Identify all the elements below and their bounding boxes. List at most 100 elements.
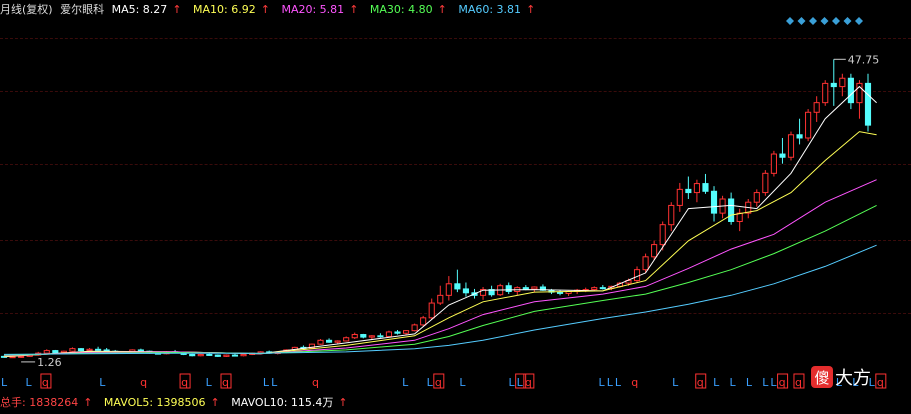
signal-l-mark: L <box>99 376 106 389</box>
signal-l-mark: L <box>517 376 524 389</box>
candle-up <box>334 340 341 343</box>
candle-down <box>360 334 367 338</box>
candle-down <box>847 77 854 104</box>
candle-up <box>762 172 769 194</box>
signal-diamond-icon <box>843 17 852 25</box>
signal-q-mark: q <box>312 376 319 389</box>
candle-down <box>522 287 529 290</box>
watermark: 傻 大方 <box>811 362 901 392</box>
candle-up <box>445 283 452 296</box>
signal-q-mark: q <box>181 376 188 389</box>
signal-diamond-icon <box>820 17 829 25</box>
candle-down <box>796 134 803 139</box>
signal-q-mark: q <box>222 376 229 389</box>
signal-q-mark: q <box>697 376 704 389</box>
total-volume-label: 总手: 1838264 ↑ <box>0 396 93 409</box>
candle-down <box>702 183 709 192</box>
candle-up <box>402 330 410 334</box>
candlestick-chart[interactable]: 47.751.26L Lq Lq q Lq L Lq L Lq L L Lq L L Lq Lq L L L L Lq q… <box>0 14 911 390</box>
signal-l-mark: L <box>263 376 270 389</box>
candle-up <box>343 337 350 342</box>
candle-up <box>223 354 230 357</box>
signal-l-mark: L <box>271 376 278 389</box>
candle-up <box>428 302 435 319</box>
candle-down <box>377 335 384 338</box>
signal-l-mark: L <box>599 376 606 389</box>
signal-l-mark: L <box>615 376 622 389</box>
candle-down <box>189 353 196 357</box>
signal-l-mark: L <box>508 376 515 389</box>
signal-q-mark: q <box>435 376 442 389</box>
candle-down <box>454 283 461 290</box>
candle-down <box>462 288 470 294</box>
signal-diamond-icon <box>832 17 840 25</box>
candle-down <box>556 291 564 294</box>
candle-up <box>368 335 375 338</box>
mavol5-label: MAVOL5: 1398506 ↑ <box>103 396 220 409</box>
candle-up <box>805 111 812 139</box>
candle-up <box>659 224 666 246</box>
candle-up <box>9 356 16 359</box>
candle-up <box>787 134 795 158</box>
signal-l-mark: L <box>729 376 736 389</box>
candle-down <box>214 354 221 357</box>
signal-q-mark: q <box>525 376 532 389</box>
candle-up <box>642 256 649 271</box>
candle-up <box>351 334 358 339</box>
candle-up <box>69 348 76 352</box>
candle-up <box>385 331 393 337</box>
candle-up <box>18 355 25 358</box>
candle-up <box>411 324 418 332</box>
candle-up <box>651 244 658 258</box>
candle-up <box>420 317 427 326</box>
candle-up <box>591 287 598 291</box>
candle-down <box>137 349 144 352</box>
candle-down <box>710 190 718 214</box>
signal-diamond-icon <box>855 17 863 25</box>
candle-down <box>779 153 786 158</box>
high-price-label: 47.75 <box>848 53 880 66</box>
candle-up <box>317 339 324 345</box>
candle-up <box>240 353 247 357</box>
candle-up <box>822 82 829 104</box>
signal-l-mark: L <box>206 376 213 389</box>
candle-up <box>633 269 641 282</box>
signal-l-mark: L <box>713 376 720 389</box>
signal-q-mark: q <box>140 376 147 389</box>
signal-q-mark: q <box>779 376 786 389</box>
signal-l-mark: L <box>427 376 434 389</box>
candle-down <box>685 188 692 194</box>
candle-up <box>197 353 204 357</box>
signal-q-mark: q <box>42 376 49 389</box>
ma-line-ma5 <box>3 85 877 358</box>
candle-down <box>830 82 837 88</box>
candle-up <box>693 183 700 194</box>
signal-q-mark: q <box>631 376 638 389</box>
candle-down <box>95 348 102 351</box>
candle-down <box>326 339 333 343</box>
low-price-label: 1.26 <box>37 356 62 369</box>
candle-up <box>668 204 675 226</box>
candle-down <box>864 82 872 126</box>
candle-down <box>231 354 239 357</box>
signal-diamond-icon <box>786 17 794 25</box>
mavol10-label: MAVOL10: 115.4万 ↑ <box>231 396 348 409</box>
candle-down <box>505 285 512 292</box>
candle-up <box>43 350 50 354</box>
candle-up <box>531 286 538 290</box>
signal-l-mark: L <box>402 376 409 389</box>
chart-legend: 月线(复权) 爱尔眼科 MA5: 8.27 ↑ MA10: 6.92 ↑ MA20:… <box>0 1 543 16</box>
signal-l-mark: L <box>770 376 777 389</box>
candle-down <box>77 348 85 352</box>
candle-up <box>839 77 846 88</box>
signal-l-mark: L <box>762 376 769 389</box>
watermark-text: 大方 <box>835 368 871 389</box>
candle-up <box>437 294 444 304</box>
candle-up <box>753 192 760 203</box>
candle-down <box>206 353 213 356</box>
signal-q-mark: q <box>795 376 802 389</box>
signal-l-mark: L <box>459 376 466 389</box>
candle-up <box>676 188 683 206</box>
signal-diamond-icon <box>809 17 817 25</box>
candle-down <box>394 331 401 334</box>
